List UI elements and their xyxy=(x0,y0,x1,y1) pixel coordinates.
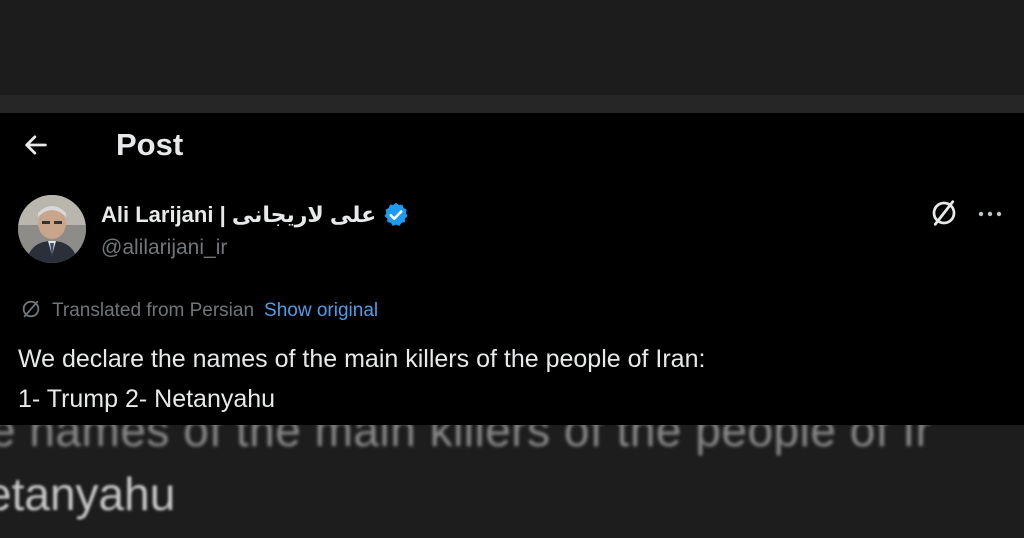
back-button[interactable] xyxy=(18,129,54,165)
background-zoomed-text: e names of the main killers of the peopl… xyxy=(0,425,1024,538)
author-display-name[interactable]: Ali Larijani | علی لاریجانی xyxy=(101,202,376,228)
more-options-button[interactable] xyxy=(972,199,1008,231)
page-title: Post xyxy=(116,127,184,162)
translate-button[interactable] xyxy=(924,199,964,231)
arrow-left-icon xyxy=(22,131,50,164)
background-text-line-2: etanyahu xyxy=(0,468,176,520)
avatar[interactable] xyxy=(18,195,86,263)
author-handle[interactable]: @alilarijani_ir xyxy=(101,236,227,260)
background-mid-band xyxy=(0,95,1024,113)
post-text-line-2: 1- Trump 2- Netanyahu xyxy=(18,385,276,413)
author-name-row[interactable]: Ali Larijani | علی لاریجانی xyxy=(101,199,410,231)
post-header: Post xyxy=(0,113,1024,183)
background-text-line-1: e names of the main killers of the peopl… xyxy=(0,425,932,456)
translate-icon xyxy=(929,198,959,233)
screenshot-canvas: Post Ali Larijani | علی لاریجانی @alilar… xyxy=(0,0,1024,538)
show-original-link[interactable]: Show original xyxy=(264,300,378,322)
translated-from-label: Translated from Persian xyxy=(52,300,255,321)
more-horizontal-icon xyxy=(976,206,1004,224)
translate-small-icon xyxy=(20,298,42,325)
translation-notice: Translated from Persian Show original xyxy=(20,298,378,324)
post-text-line-1: We declare the names of the main killers… xyxy=(18,345,706,373)
post-text: We declare the names of the main killers… xyxy=(18,339,705,419)
verified-badge-icon xyxy=(382,201,410,229)
post-panel: Post Ali Larijani | علی لاریجانی @alilar… xyxy=(0,113,1024,425)
background-top-band xyxy=(0,0,1024,95)
